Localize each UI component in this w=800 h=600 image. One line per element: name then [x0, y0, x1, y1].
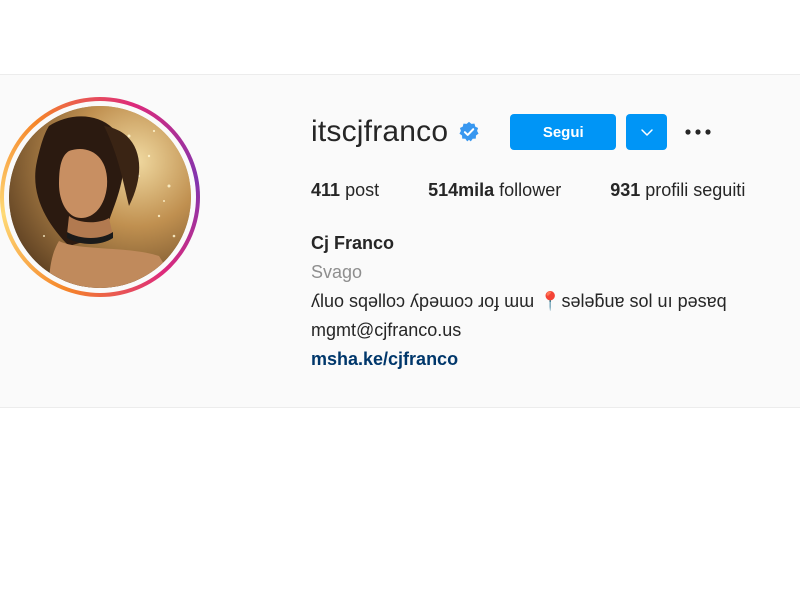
bio-email: mgmt@cjfranco.us [311, 320, 462, 340]
stat-followers[interactable]: 514mila follower [428, 180, 561, 201]
stat-following[interactable]: 931 profili seguiti [610, 180, 745, 201]
category-label: Svago [311, 262, 363, 282]
profile-stats: 411 post 514mila follower 931 profili se… [311, 180, 745, 201]
more-options-button[interactable] [683, 114, 713, 150]
stat-following-label: profili seguiti [645, 180, 746, 200]
avatar-image [9, 106, 191, 288]
profile-actions-row: itscjfranco Segui [311, 110, 713, 154]
stat-posts-count: 411 [311, 180, 341, 200]
full-name: Cj Franco [311, 233, 395, 253]
external-link[interactable]: msha.ke/cjfranco [311, 345, 727, 374]
more-options-icon [685, 129, 711, 135]
bio-text: ʎluo sqǝlloɔ ʎpǝɯoɔ ɹoɟ ɯɯ 📍sǝlǝƃuɐ sol … [311, 291, 727, 311]
follow-button[interactable]: Segui [510, 114, 617, 150]
avatar[interactable] [9, 106, 191, 288]
profile-bio: Cj Franco Svago ʎluo sqǝlloɔ ʎpǝɯoɔ ɹoɟ … [311, 229, 727, 374]
stat-followers-count: 514mila [428, 180, 495, 200]
stat-posts: 411 post [311, 180, 379, 201]
stat-posts-label: post [345, 180, 380, 200]
suggested-accounts-dropdown-button[interactable] [626, 114, 668, 150]
verified-badge-icon [458, 121, 480, 143]
stat-following-count: 931 [610, 180, 641, 200]
chevron-down-icon [641, 129, 653, 136]
username: itscjfranco [311, 115, 449, 148]
story-ring[interactable] [0, 97, 200, 297]
stat-followers-label: follower [499, 180, 562, 200]
